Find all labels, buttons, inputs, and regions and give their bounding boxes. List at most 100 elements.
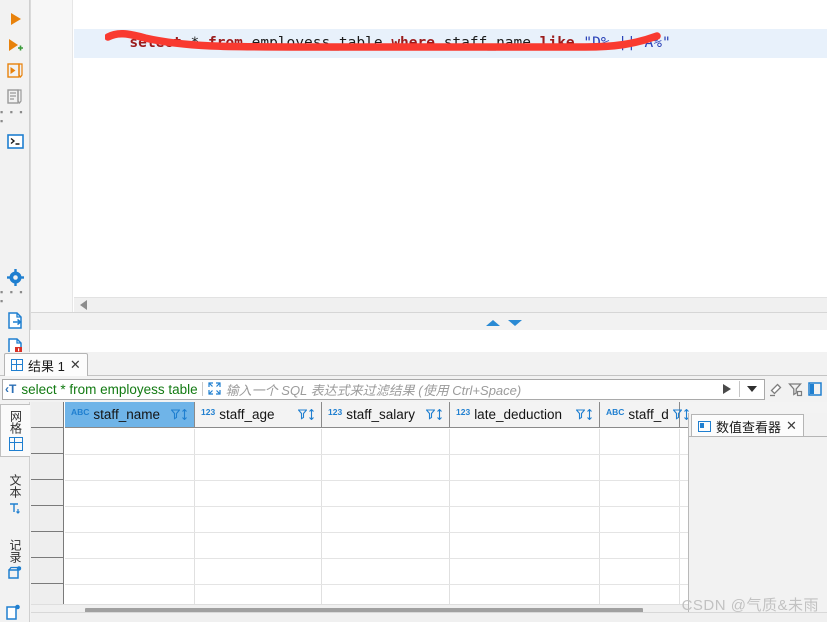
view-tab-text[interactable]: 文本	[0, 469, 30, 522]
row-header-cell[interactable]	[31, 428, 63, 454]
row-header-cell[interactable]	[31, 558, 63, 584]
record-blue-icon	[8, 566, 22, 582]
scroll-left-arrow-icon[interactable]	[80, 300, 87, 310]
collapse-up-icon[interactable]	[486, 320, 500, 326]
sql-statement-text: select * from employess_table where staf…	[129, 35, 670, 51]
grid-cell-staff_salary[interactable]	[322, 455, 450, 480]
grid-cell-staff_salary[interactable]	[322, 533, 450, 558]
csdn-watermark: CSDN @气质&未雨	[681, 597, 819, 614]
grid-cell-staff_salary[interactable]	[322, 559, 450, 584]
grid-cell-late_deduction[interactable]	[450, 559, 600, 584]
column-header-late_deduction[interactable]: 123 late_deduction	[450, 402, 600, 427]
play-icon[interactable]	[723, 384, 731, 394]
column-header-staff_salary[interactable]: 123 staff_salary	[322, 402, 450, 427]
row-header-column	[31, 402, 64, 604]
grid-cell-staff_salary[interactable]	[322, 429, 450, 454]
sql-console-button[interactable]	[0, 128, 30, 154]
more-options-icon[interactable]: ▪ ▪ ▪ ▪	[0, 108, 30, 126]
row-header-cell[interactable]	[31, 480, 63, 506]
column-header-staff_age[interactable]: 123 staff_age	[195, 402, 322, 427]
panel-icon[interactable]	[805, 379, 825, 399]
eraser-icon[interactable]	[765, 379, 785, 399]
column-type-icon: ABC	[606, 407, 625, 417]
grid-cell-staff_salary[interactable]	[322, 481, 450, 506]
column-sort-filter-icon[interactable]	[426, 409, 443, 420]
execute-new-tab-button[interactable]	[0, 32, 30, 58]
grid-cell-staff_name[interactable]	[65, 481, 195, 506]
editor-code-area[interactable]: select * from employess_table where staf…	[74, 0, 827, 330]
grid-cell-staff_name[interactable]	[65, 533, 195, 558]
funnel-icon[interactable]	[785, 379, 805, 399]
grid-cell-staff_d[interactable]	[600, 559, 680, 584]
code-line-1[interactable]: select * from employess_table where staf…	[74, 0, 827, 51]
value-viewer-tab[interactable]: 数值查看器 ✕	[691, 414, 804, 437]
tab-result-1-label: 结果 1	[28, 358, 65, 374]
row-header-cell[interactable]	[31, 532, 63, 558]
expand-arrows-icon[interactable]	[201, 382, 222, 396]
clipboard-icon[interactable]	[6, 604, 21, 620]
grid-cell-staff_age[interactable]	[195, 559, 322, 584]
expand-down-icon[interactable]	[508, 320, 522, 326]
grid-cell-late_deduction[interactable]	[450, 455, 600, 480]
grid-cell-staff_salary[interactable]	[322, 507, 450, 532]
grid-cell-staff_age[interactable]	[195, 429, 322, 454]
grid-cell-staff_d[interactable]	[600, 429, 680, 454]
column-header-staff_name[interactable]: ABC staff_name	[65, 402, 195, 427]
view-tab-grid-label: 网格	[8, 410, 23, 434]
grid-cell-staff_d[interactable]	[600, 507, 680, 532]
tab-result-1[interactable]: 结果 1 ✕	[4, 353, 88, 377]
grid-cell-staff_name[interactable]	[65, 455, 195, 480]
grid-cell-staff_age[interactable]	[195, 455, 322, 480]
toolbar-separator	[739, 381, 740, 397]
sql-token: like	[539, 35, 575, 51]
editor-horizontal-scrollbar[interactable]	[74, 297, 827, 313]
grid-cell-staff_age[interactable]	[195, 533, 322, 558]
column-header-label: staff_d	[628, 407, 669, 422]
sql-token: staff_name	[434, 35, 540, 51]
grid-cell-staff_age[interactable]	[195, 507, 322, 532]
filter-expression-text: select * from employess table	[21, 381, 198, 397]
editor-gutter	[31, 0, 73, 330]
column-sort-filter-icon[interactable]	[576, 409, 593, 420]
value-viewer-title: 数值查看器	[716, 419, 782, 435]
execute-script-button[interactable]	[0, 58, 30, 84]
sql-token: from	[207, 35, 243, 51]
column-sort-filter-icon[interactable]	[171, 409, 188, 420]
export-data-button[interactable]	[0, 307, 30, 333]
grid-cell-staff_d[interactable]	[600, 481, 680, 506]
results-view-rail: 网格 文本 记录	[0, 402, 30, 622]
grid-cell-staff_name[interactable]	[65, 429, 195, 454]
chevron-down-icon[interactable]	[747, 386, 757, 392]
sql-token: select	[129, 35, 182, 51]
execute-statement-button[interactable]	[0, 6, 30, 32]
column-type-icon: ABC	[71, 407, 90, 417]
column-header-label: staff_salary	[346, 407, 415, 422]
grid-cell-staff_d[interactable]	[600, 533, 680, 558]
grid-cell-late_deduction[interactable]	[450, 507, 600, 532]
view-tab-record[interactable]: 记录	[0, 534, 30, 587]
row-header-cell[interactable]	[31, 402, 63, 428]
view-tab-grid[interactable]: 网格	[0, 404, 30, 457]
more-options-icon-2[interactable]: ▪ ▪ ▪ ▪	[0, 288, 30, 306]
grid-cell-late_deduction[interactable]	[450, 481, 600, 506]
column-header-staff_d[interactable]: ABC staff_d	[600, 402, 689, 427]
grid-cell-staff_d[interactable]	[600, 455, 680, 480]
column-type-icon: 123	[328, 407, 343, 417]
filter-toolbar: ‹T select * from employess table 输入一个 SQ…	[0, 376, 827, 402]
column-header-label: staff_age	[219, 407, 275, 422]
row-header-cell[interactable]	[31, 454, 63, 480]
close-icon[interactable]: ✕	[70, 358, 81, 371]
sql-editor[interactable]: select * from employess_table where staf…	[30, 0, 827, 330]
column-header-label: staff_name	[93, 407, 160, 422]
column-header-label: late_deduction	[474, 407, 563, 422]
grid-cell-late_deduction[interactable]	[450, 429, 600, 454]
grid-cell-staff_age[interactable]	[195, 481, 322, 506]
grid-blue-icon	[8, 437, 23, 451]
grid-cell-staff_name[interactable]	[65, 559, 195, 584]
filter-input[interactable]: ‹T select * from employess table 输入一个 SQ…	[2, 378, 765, 400]
value-viewer-close-icon[interactable]: ✕	[786, 419, 797, 432]
grid-cell-late_deduction[interactable]	[450, 533, 600, 558]
row-header-cell[interactable]	[31, 506, 63, 532]
grid-cell-staff_name[interactable]	[65, 507, 195, 532]
column-sort-filter-icon[interactable]	[298, 409, 315, 420]
